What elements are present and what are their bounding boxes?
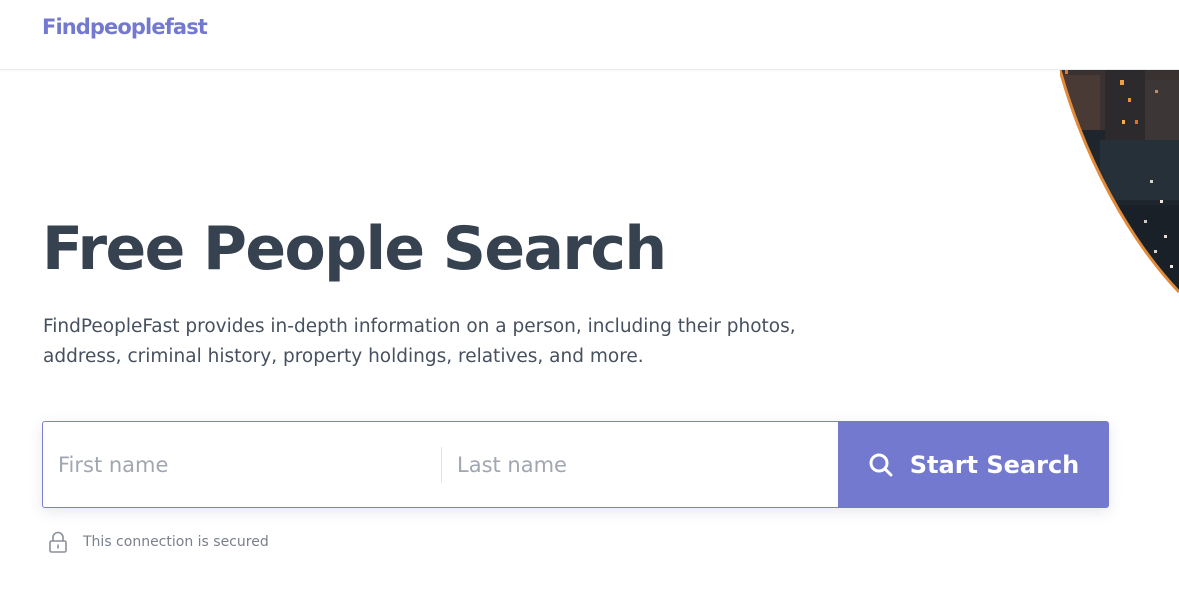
site-logo[interactable]: Findpeoplefast [42,15,208,39]
hero-city-image [1060,70,1179,295]
start-search-button[interactable]: Start Search [838,421,1109,508]
page-description: FindPeopleFast provides in-depth informa… [43,312,833,372]
security-text: This connection is secured [83,534,269,550]
lock-icon [48,531,68,553]
security-notice: This connection is secured [48,531,269,553]
first-name-input[interactable] [43,422,441,507]
start-search-label: Start Search [909,450,1080,479]
description-line: address, criminal history, property hold… [43,346,644,367]
description-line: FindPeopleFast provides in-depth informa… [43,316,796,337]
page-title: Free People Search [42,214,667,284]
name-fields [42,421,838,508]
last-name-input[interactable] [442,422,838,507]
people-search-form: Start Search [42,421,1109,508]
search-icon [868,452,894,478]
site-header: Findpeoplefast [0,0,1179,70]
